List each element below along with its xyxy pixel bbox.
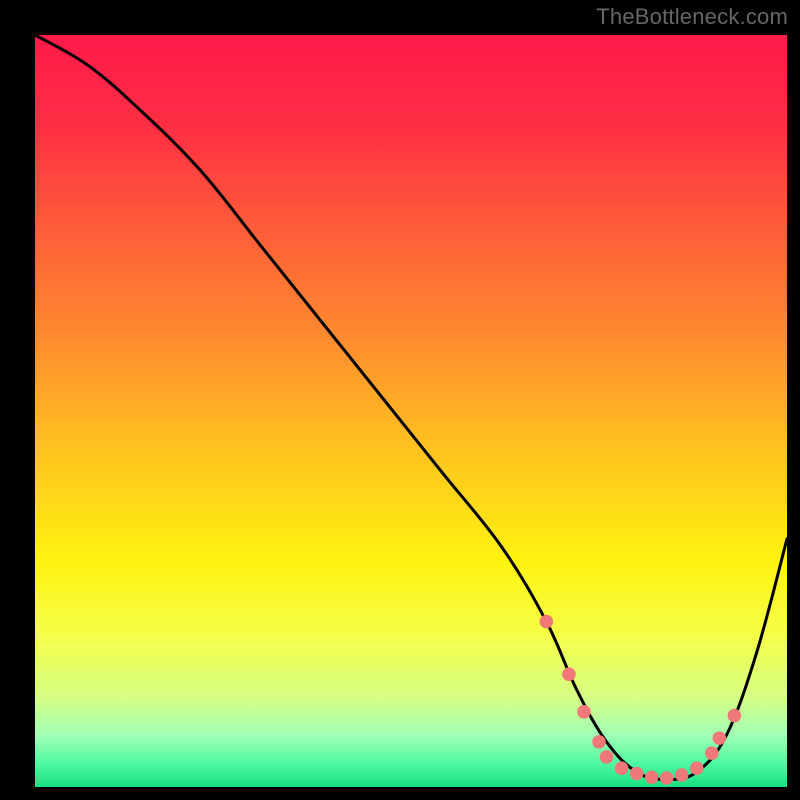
watermark-text: TheBottleneck.com [596,4,788,30]
marker-dot [705,746,719,760]
marker-dot [592,735,606,749]
marker-dot [540,615,554,629]
gradient-background [35,35,787,787]
marker-dot [713,731,727,745]
marker-dot [675,768,689,782]
marker-dot [660,771,674,785]
marker-dot [645,770,659,784]
marker-dot [728,709,742,723]
marker-dot [615,761,629,775]
marker-dot [577,705,591,719]
marker-dot [562,667,576,681]
plot-area [35,35,787,787]
marker-dot [600,750,614,764]
chart-frame: TheBottleneck.com [0,0,800,800]
marker-dot [630,767,644,781]
chart-svg [35,35,787,787]
marker-dot [690,761,704,775]
